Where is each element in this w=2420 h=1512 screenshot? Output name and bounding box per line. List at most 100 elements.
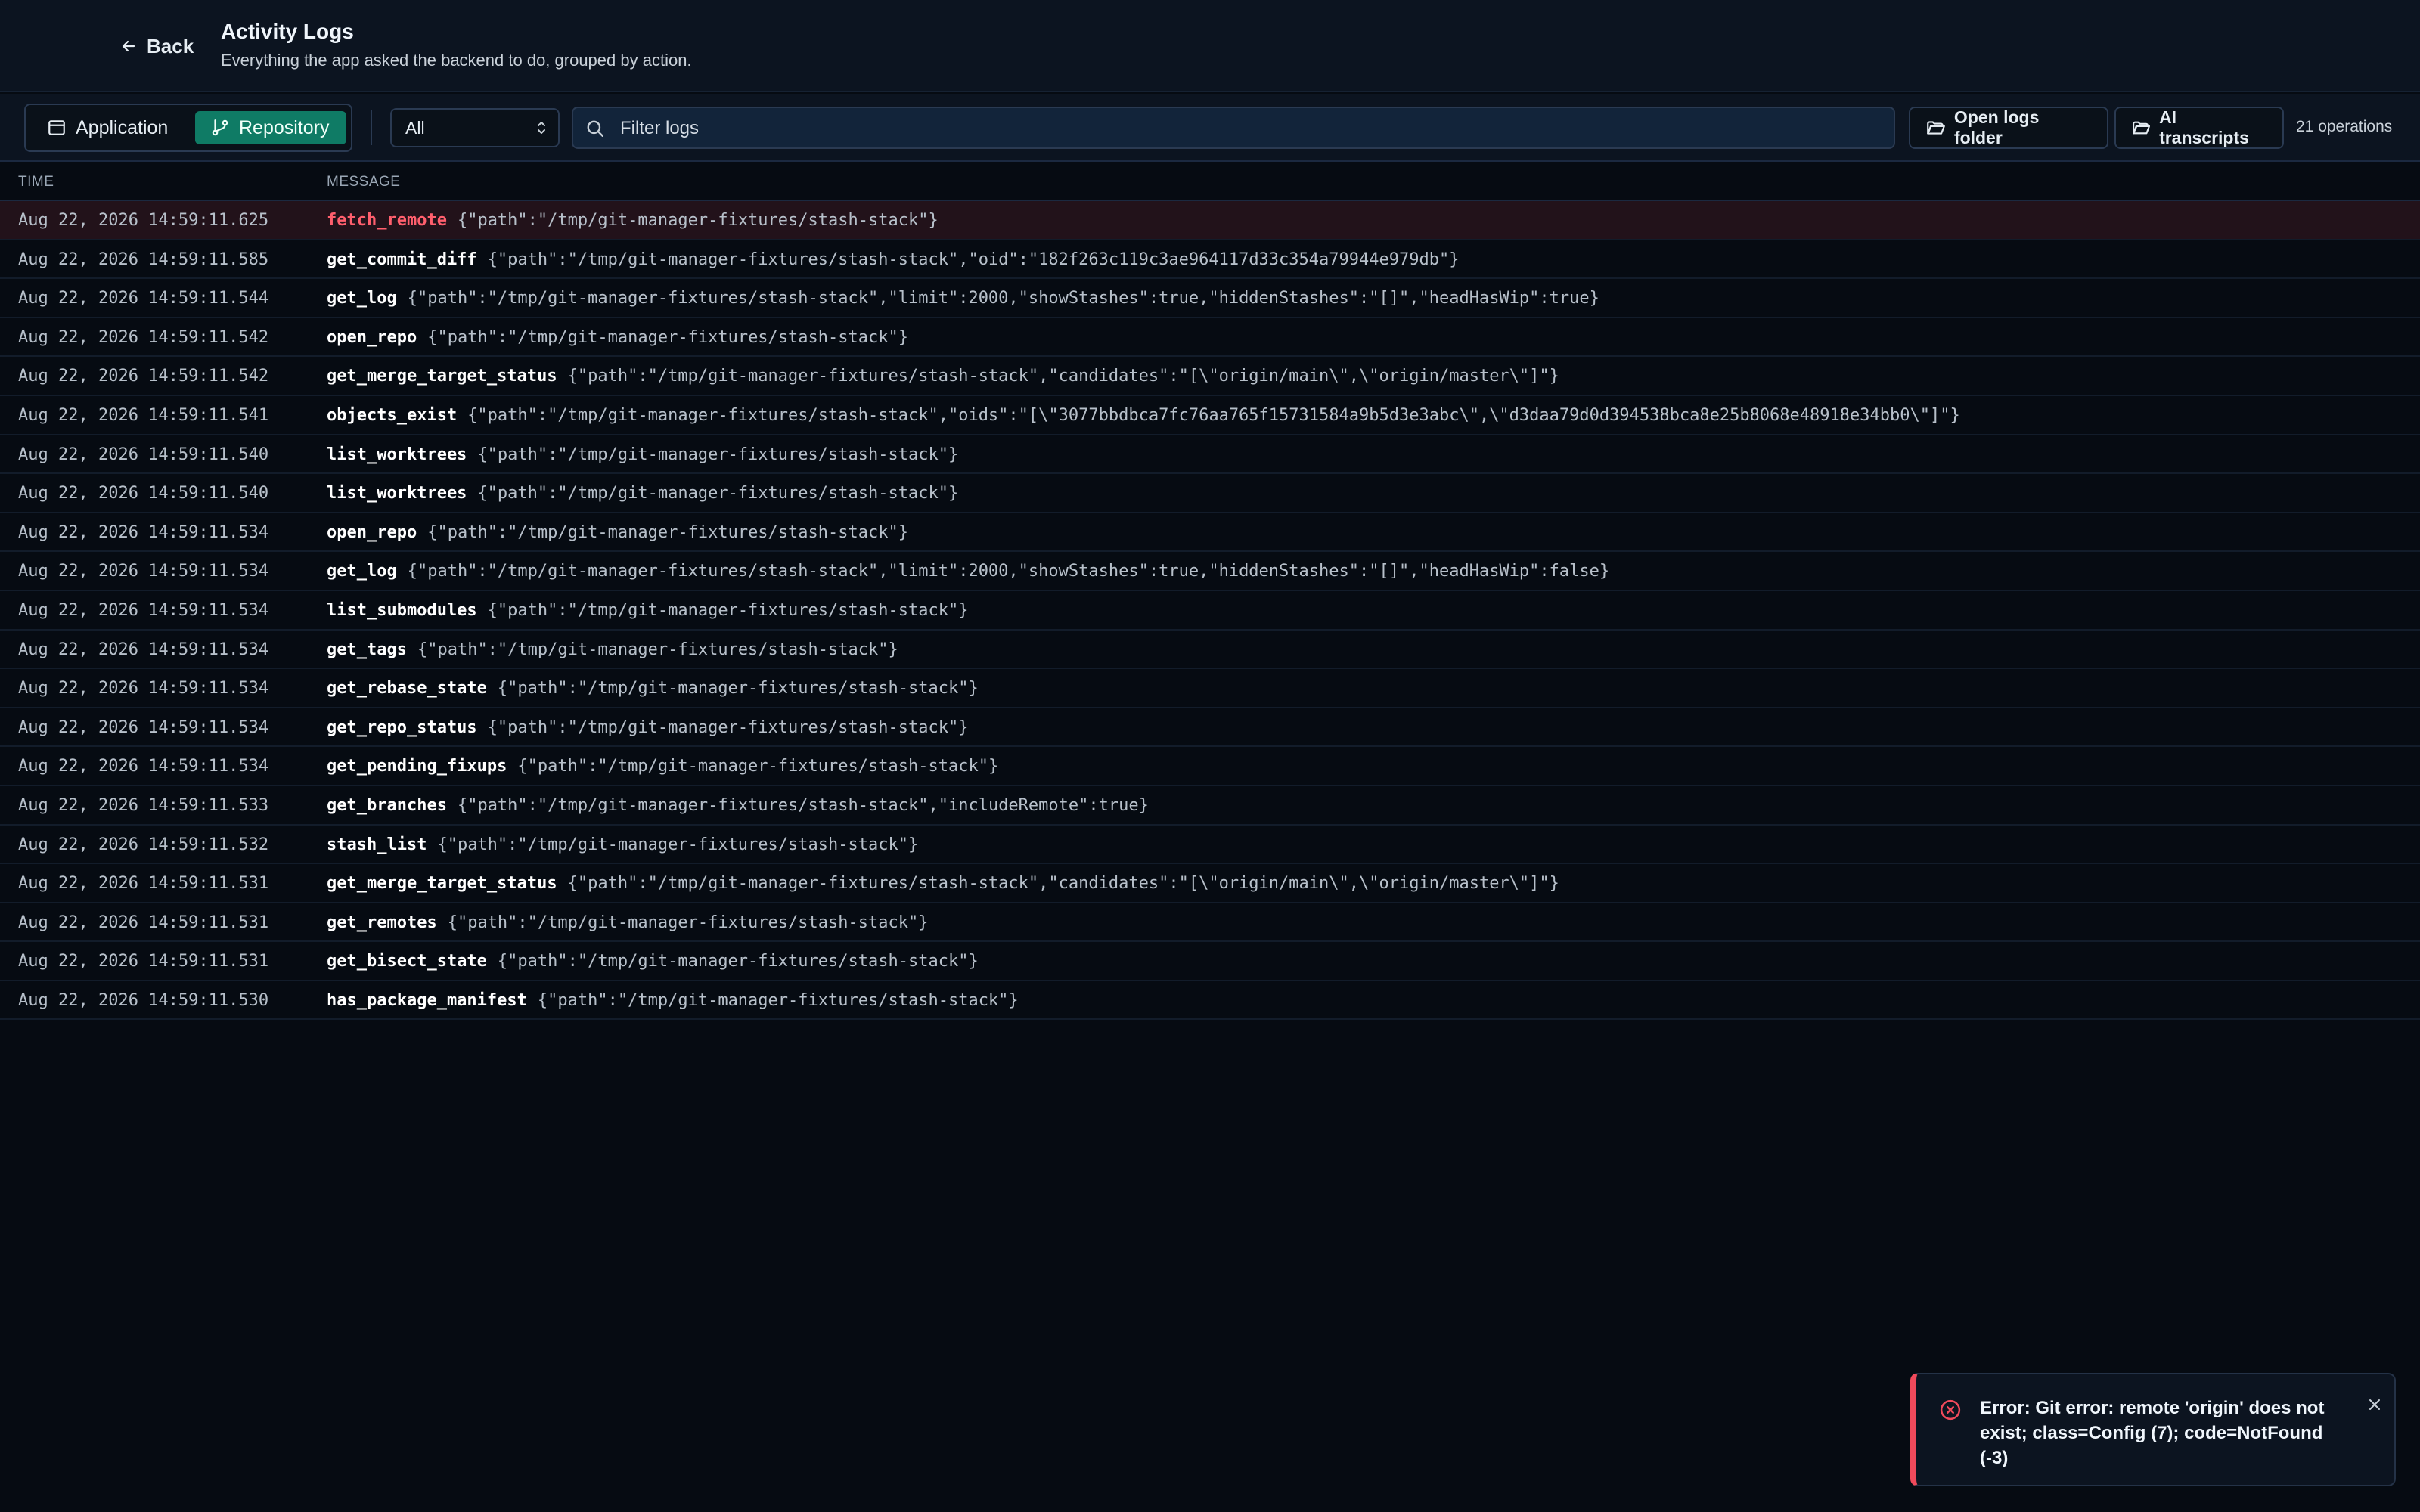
table-row[interactable]: Aug 22, 2026 14:59:11.541 objects_exist {"… (0, 396, 2420, 435)
table-row[interactable]: Aug 22, 2026 14:59:11.533 get_branches {"p… (0, 786, 2420, 826)
log-arguments: {"path":"/tmp/git-manager-fixtures/stash… (417, 640, 898, 659)
log-operation: get_commit_diff (327, 249, 477, 269)
log-table-body: Aug 22, 2026 14:59:11.625 fetch_remote {"p… (0, 201, 2420, 1021)
tab-application-label: Application (76, 116, 169, 138)
table-row[interactable]: Aug 22, 2026 14:59:11.534 get_repo_status… (0, 708, 2420, 748)
log-time: Aug 22, 2026 14:59:11.541 (18, 405, 269, 425)
level-filter-value: All (405, 117, 425, 138)
log-arguments: {"path":"/tmp/git-manager-fixtures/stash… (567, 367, 1559, 386)
back-button[interactable]: Back (119, 32, 194, 60)
log-time: Aug 22, 2026 14:59:11.544 (18, 289, 269, 308)
table-row[interactable]: Aug 22, 2026 14:59:11.534 open_repo {"path… (0, 513, 2420, 553)
toolbar: Application Repository All Open logs fol… (0, 94, 2420, 162)
table-row[interactable]: Aug 22, 2026 14:59:11.531 get_bisect_stat… (0, 942, 2420, 981)
table-row[interactable]: Aug 22, 2026 14:59:11.530 has_package_man… (0, 981, 2420, 1021)
log-operation: get_bisect_state (327, 952, 487, 971)
close-icon[interactable] (2366, 1396, 2384, 1414)
folder-open-icon (1927, 121, 1945, 135)
log-operation: has_package_manifest (327, 990, 527, 1010)
log-time: Aug 22, 2026 14:59:11.534 (18, 717, 269, 737)
log-message: list_worktrees {"path":"/tmp/git-manager-… (327, 445, 958, 464)
table-row[interactable]: Aug 22, 2026 14:59:11.540 list_worktrees {… (0, 474, 2420, 513)
log-arguments: {"path":"/tmp/git-manager-fixtures/stash… (517, 757, 999, 776)
log-time: Aug 22, 2026 14:59:11.534 (18, 562, 269, 581)
table-row[interactable]: Aug 22, 2026 14:59:11.585 get_commit_diff… (0, 240, 2420, 280)
table-row[interactable]: Aug 22, 2026 14:59:11.532 stash_list {"pat… (0, 826, 2420, 865)
log-arguments: {"path":"/tmp/git-manager-fixtures/stash… (447, 912, 929, 932)
log-arguments: {"path":"/tmp/git-manager-fixtures/stash… (567, 874, 1559, 894)
level-filter-select[interactable]: All (390, 108, 560, 147)
search-input[interactable] (620, 114, 1883, 143)
tab-application[interactable]: Application (32, 111, 213, 144)
log-operation: get_log (327, 289, 397, 308)
table-row[interactable]: Aug 22, 2026 14:59:11.534 list_submodules… (0, 591, 2420, 631)
arrow-left-icon (122, 40, 135, 52)
error-message: Error: Git error: remote 'origin' does n… (1980, 1398, 2325, 1468)
table-row[interactable]: Aug 22, 2026 14:59:11.534 get_rebase_stat… (0, 669, 2420, 708)
log-operation: get_tags (327, 640, 407, 659)
search-icon (587, 120, 603, 137)
scope-toggle: Application Repository (24, 104, 352, 152)
table-row[interactable]: Aug 22, 2026 14:59:11.534 get_log {"path":… (0, 552, 2420, 591)
page-header: Back Activity Logs Everything the app as… (0, 0, 2420, 92)
log-message: get_bisect_state {"path":"/tmp/git-manage… (327, 952, 979, 971)
table-row[interactable]: Aug 22, 2026 14:59:11.534 get_tags {"path"… (0, 631, 2420, 670)
log-time: Aug 22, 2026 14:59:11.534 (18, 679, 269, 699)
window-icon (48, 120, 65, 135)
log-message: has_package_manifest {"path":"/tmp/git-ma… (327, 991, 1019, 1010)
log-time: Aug 22, 2026 14:59:11.531 (18, 874, 269, 894)
table-row[interactable]: Aug 22, 2026 14:59:11.544 get_log {"path":… (0, 279, 2420, 318)
table-row[interactable]: Aug 22, 2026 14:59:11.542 open_repo {"path… (0, 318, 2420, 358)
open-logs-folder-label: Open logs folder (1953, 107, 2040, 147)
log-operation: get_log (327, 562, 397, 581)
log-operation: get_merge_target_status (327, 874, 557, 894)
log-operation: stash_list (327, 835, 427, 854)
chevron-up-down-icon (538, 122, 545, 134)
toolbar-divider (371, 110, 372, 145)
column-header-time: TIME (18, 174, 54, 190)
log-operation: open_repo (327, 522, 417, 542)
log-message: list_submodules {"path":"/tmp/git-manager… (327, 601, 968, 620)
table-row[interactable]: Aug 22, 2026 14:59:11.531 get_merge_targe… (0, 864, 2420, 903)
table-row[interactable]: Aug 22, 2026 14:59:11.531 get_remotes {"pa… (0, 903, 2420, 943)
log-message: list_worktrees {"path":"/tmp/git-manager-… (327, 484, 958, 503)
log-arguments: {"path":"/tmp/git-manager-fixtures/stash… (537, 990, 1019, 1010)
log-arguments: {"path":"/tmp/git-manager-fixtures/stash… (407, 289, 1599, 308)
log-operation: list_submodules (327, 600, 477, 620)
log-arguments: {"path":"/tmp/git-manager-fixtures/stash… (477, 484, 959, 503)
log-time: Aug 22, 2026 14:59:11.542 (18, 367, 269, 386)
back-label: Back (147, 34, 194, 57)
log-operation: open_repo (327, 327, 417, 347)
log-arguments: {"path":"/tmp/git-manager-fixtures/stash… (497, 952, 979, 971)
log-message: get_pending_fixups {"path":"/tmp/git-mana… (327, 757, 998, 776)
log-operation: get_branches (327, 795, 447, 815)
log-arguments: {"path":"/tmp/git-manager-fixtures/stash… (497, 679, 979, 699)
error-toast: Error: Git error: remote 'origin' does n… (1910, 1373, 2396, 1486)
log-time: Aug 22, 2026 14:59:11.534 (18, 757, 269, 776)
log-arguments: {"path":"/tmp/git-manager-fixtures/stash… (427, 522, 908, 542)
log-message: get_repo_status {"path":"/tmp/git-manager… (327, 718, 968, 737)
ai-transcripts-button[interactable]: AI transcripts (2114, 107, 2284, 149)
log-operation: get_remotes (327, 912, 437, 932)
tab-repository[interactable]: Repository (195, 111, 346, 144)
table-row[interactable]: Aug 22, 2026 14:59:11.540 list_worktrees {… (0, 435, 2420, 475)
log-time: Aug 22, 2026 14:59:11.534 (18, 640, 269, 659)
log-message: open_repo {"path":"/tmp/git-manager-fixtu… (327, 523, 908, 542)
log-operation: objects_exist (327, 405, 458, 425)
open-logs-folder-button[interactable]: Open logs folder (1909, 107, 2108, 149)
log-time: Aug 22, 2026 14:59:11.542 (18, 327, 269, 347)
table-row[interactable]: Aug 22, 2026 14:59:11.534 get_pending_fix… (0, 747, 2420, 786)
log-time: Aug 22, 2026 14:59:11.625 (18, 211, 269, 230)
tab-repository-label: Repository (239, 116, 330, 138)
log-arguments: {"path":"/tmp/git-manager-fixtures/stash… (407, 562, 1610, 581)
column-header-message: MESSAGE (327, 174, 401, 190)
log-operation: list_worktrees (327, 484, 467, 503)
error-circle-icon (1940, 1399, 1961, 1421)
activity-logs-window: Back Activity Logs Everything the app as… (0, 0, 2420, 1512)
table-row[interactable]: Aug 22, 2026 14:59:11.625 fetch_remote {"p… (0, 201, 2420, 240)
ai-transcripts-label: AI transcripts (2159, 107, 2249, 147)
folder-open-icon (2133, 121, 2151, 135)
log-message: get_merge_target_status {"path":"/tmp/git… (327, 874, 1559, 893)
log-message: fetch_remote {"path":"/tmp/git-manager-fi… (327, 211, 939, 230)
table-row[interactable]: Aug 22, 2026 14:59:11.542 get_merge_targe… (0, 357, 2420, 396)
